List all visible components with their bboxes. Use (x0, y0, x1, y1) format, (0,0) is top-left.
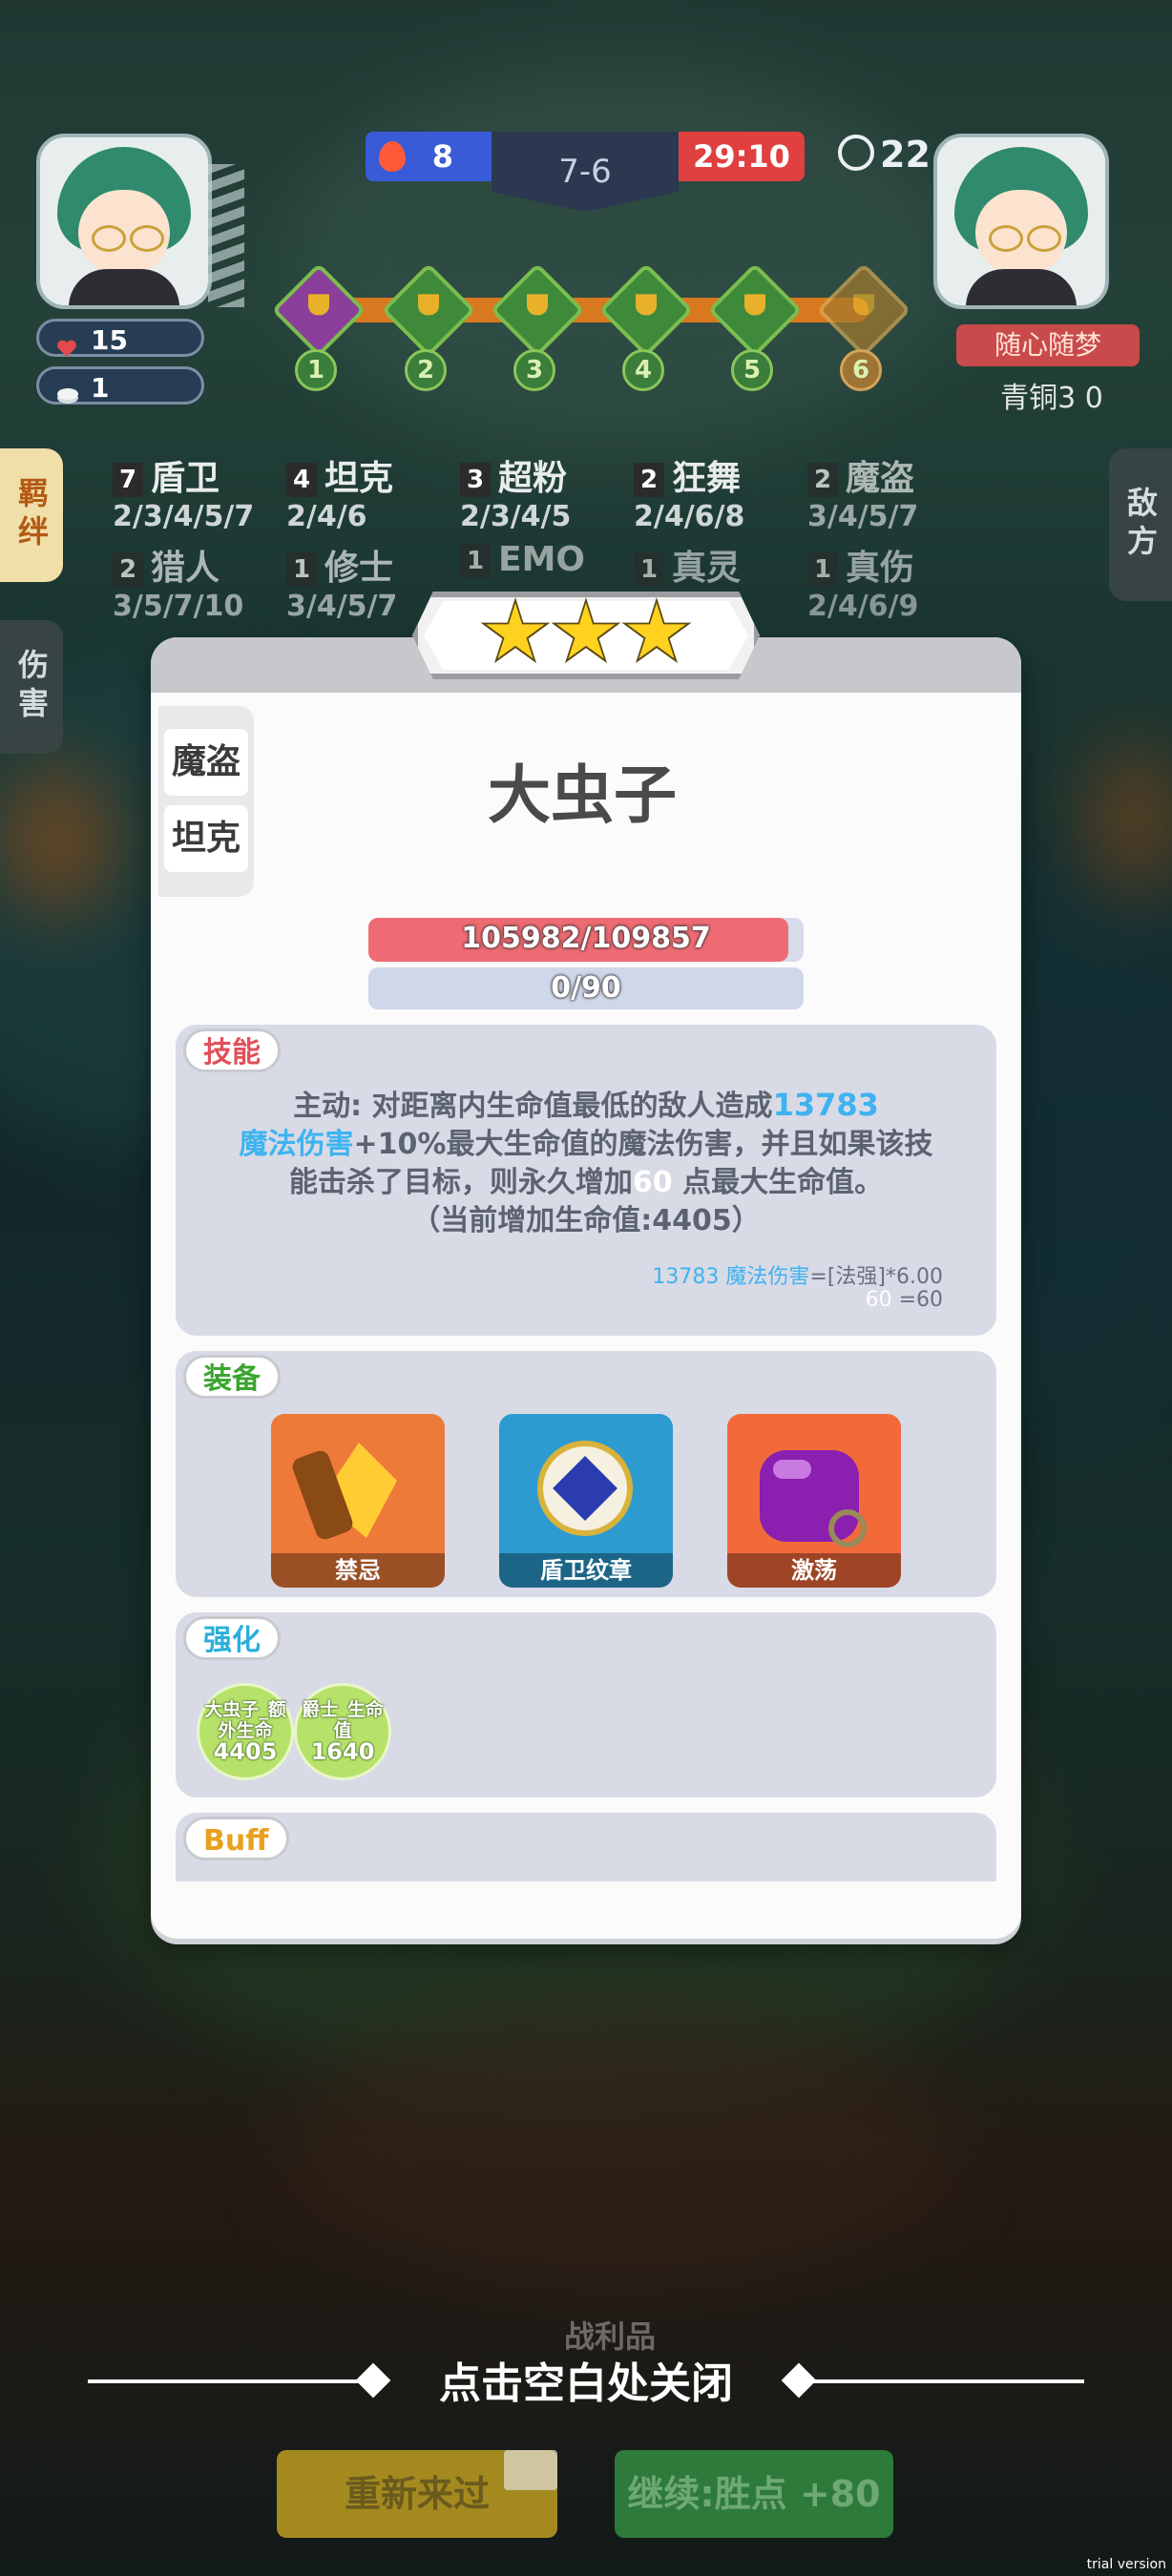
tab-synergy[interactable]: 羁绊 (0, 448, 63, 582)
fire-icon (379, 141, 406, 172)
clock-icon (838, 135, 874, 171)
trait-item: 2 狂舞 2/4/6/8 (634, 459, 745, 533)
equipment-label: 装备 (183, 1355, 281, 1399)
trait-item: 2 猎人 3/5/7/10 (113, 549, 244, 623)
trait-item: 3 超粉 2/3/4/5 (460, 459, 572, 533)
trait-item: 1 EMO (460, 540, 585, 579)
trophy-icon (418, 294, 439, 316)
buff-label: Buff (183, 1817, 289, 1860)
trophy-icon (853, 294, 874, 316)
tab-enemy[interactable]: 敌方 (1109, 448, 1172, 601)
equipment-slot-guardian-emblem[interactable]: 盾卫纹章 (499, 1414, 673, 1588)
watermark: trial version (1086, 2557, 1166, 2572)
trait-item: 1 真灵 (634, 540, 741, 590)
red-score: 29:10 (679, 132, 805, 181)
equipment-slot-forbidden[interactable]: 禁忌 (271, 1414, 445, 1588)
continue-button[interactable]: 继续:胜点 +80 (615, 2450, 893, 2538)
enhance-item[interactable]: 大虫子_额外生命 4405 (197, 1683, 294, 1780)
player-avatar[interactable] (36, 134, 212, 309)
hp-text: 105982/109857 (461, 922, 711, 955)
skill-description: 主动: 对距离内生命值最低的敌人造成13783 魔法伤害+10%最大生命值的魔法… (239, 1087, 933, 1237)
opponent-name-badge: 随心随梦 (956, 324, 1140, 366)
hearts-counter: 15 (36, 319, 204, 357)
opponent-rank: 青铜3 0 (1000, 382, 1103, 415)
progress-num: 5 (731, 349, 773, 391)
progress-num: 4 (622, 349, 664, 391)
trait-item: 2 魔盗 3/4/5/7 (807, 459, 919, 533)
progress-num: 6 (840, 349, 882, 391)
trophy-icon (636, 294, 657, 316)
skill-label: 技能 (183, 1028, 281, 1072)
buff-panel (176, 1813, 996, 1881)
skill-formula-1: 13783 魔法伤害=[法强]*6.00 (652, 1265, 943, 1289)
hero-name: 大虫子 (488, 758, 677, 832)
video-icon (504, 2450, 557, 2490)
equipment-slot-surge[interactable]: 激荡 (727, 1414, 901, 1588)
close-hint: 点击空白处关闭 (439, 2359, 733, 2408)
trait-tag[interactable]: 魔盗 (164, 729, 248, 796)
coin-icon (56, 378, 78, 404)
coins-counter: 1 (36, 366, 204, 405)
trait-item: 4 坦克 2/4/6 (286, 459, 394, 533)
enhance-item[interactable]: 爵士_生命值 1640 (294, 1683, 391, 1780)
trophy-icon (527, 294, 548, 316)
progress-num: 1 (295, 349, 337, 391)
trait-item: 1 真伤 2/4/6/9 (807, 549, 919, 623)
heart-icon (56, 330, 77, 357)
xp-gauge (208, 164, 244, 307)
progress-num: 3 (513, 349, 555, 391)
trophy-icon (744, 294, 765, 316)
mana-text: 0/90 (551, 971, 621, 1005)
trait-item: 7 盾卫 2/3/4/5/7 (113, 459, 255, 533)
tab-damage[interactable]: 伤害 (0, 620, 63, 754)
progress-num: 2 (405, 349, 447, 391)
blue-score: 8 (366, 132, 492, 181)
trait-tag[interactable]: 坦克 (164, 805, 248, 872)
enhance-label: 强化 (183, 1616, 281, 1660)
opponent-avatar[interactable] (933, 134, 1109, 309)
skill-formula-2: 60 =60 (865, 1288, 943, 1312)
trait-item: 1 修士 3/4/5/7 (286, 549, 398, 623)
